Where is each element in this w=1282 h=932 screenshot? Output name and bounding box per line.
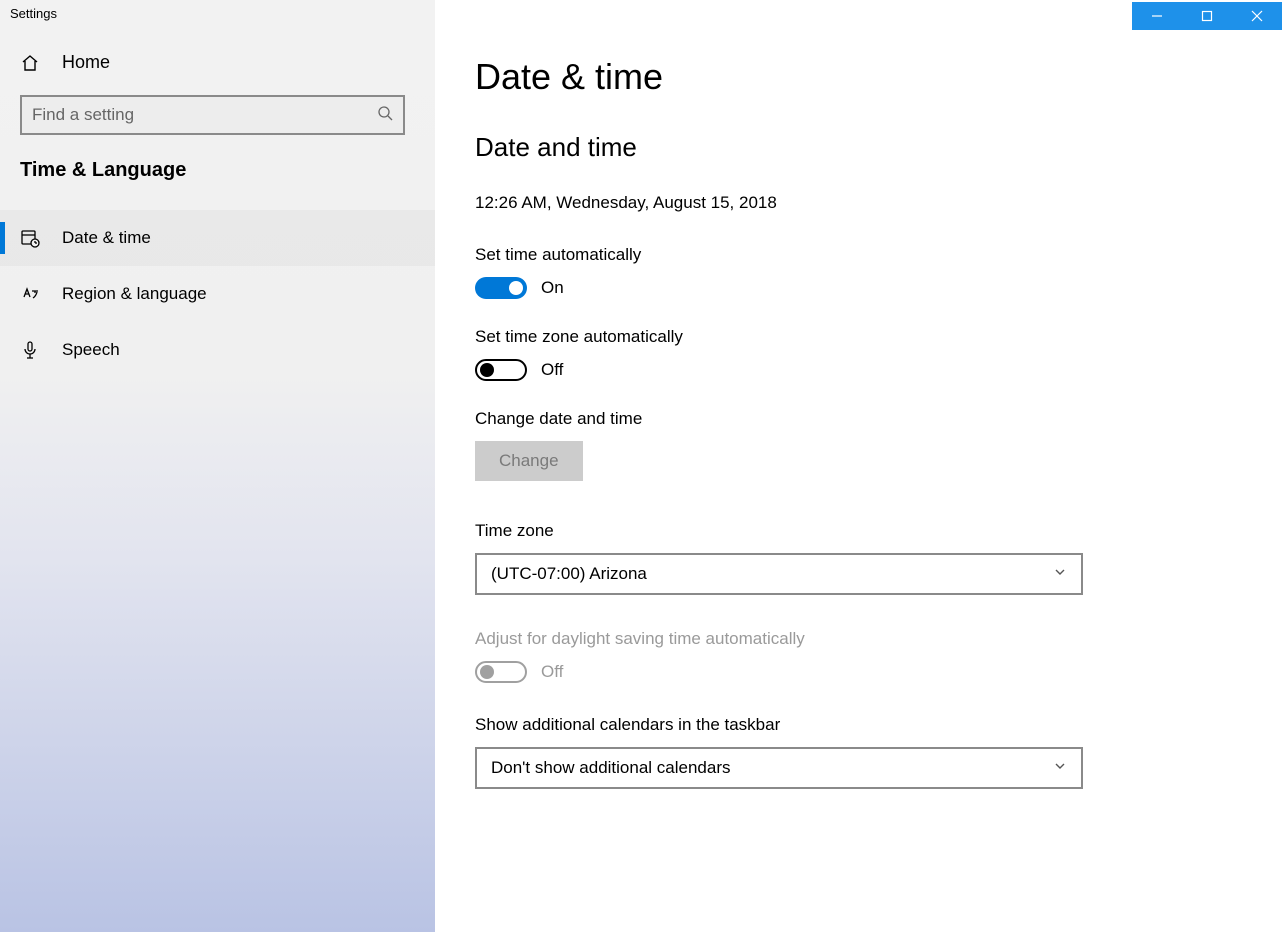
dst-state: Off <box>541 662 563 682</box>
set-time-auto-state: On <box>541 278 564 298</box>
titlebar: Settings <box>0 0 1282 32</box>
maximize-button[interactable] <box>1182 2 1232 30</box>
sidebar-item-date-time[interactable]: Date & time <box>0 210 435 266</box>
additional-cal-value: Don't show additional calendars <box>491 758 731 778</box>
current-datetime: 12:26 AM, Wednesday, August 15, 2018 <box>475 193 1242 213</box>
set-tz-auto-state: Off <box>541 360 563 380</box>
additional-cal-label: Show additional calendars in the taskbar <box>475 715 1242 735</box>
sidebar-item-label: Speech <box>62 340 120 360</box>
dst-label: Adjust for daylight saving time automati… <box>475 629 1242 649</box>
set-tz-auto-label: Set time zone automatically <box>475 327 1242 347</box>
search-input[interactable] <box>32 105 377 125</box>
additional-cal-dropdown[interactable]: Don't show additional calendars <box>475 747 1083 789</box>
dst-toggle <box>475 661 527 683</box>
home-icon <box>20 53 40 73</box>
chevron-down-icon <box>1053 564 1067 584</box>
sidebar-category: Time & Language <box>0 159 435 210</box>
change-dt-label: Change date and time <box>475 409 1242 429</box>
sidebar-item-speech[interactable]: Speech <box>0 322 435 378</box>
section-title: Date and time <box>475 132 1242 163</box>
timezone-label: Time zone <box>475 521 1242 541</box>
microphone-icon <box>20 340 40 360</box>
search-icon <box>377 105 393 125</box>
search-box[interactable] <box>20 95 405 135</box>
main-content: Date & time Date and time 12:26 AM, Wedn… <box>435 0 1282 932</box>
close-button[interactable] <box>1232 2 1282 30</box>
calendar-clock-icon <box>20 228 40 248</box>
sidebar-nav: Date & time Region & language Speech <box>0 210 435 378</box>
set-tz-auto-toggle[interactable] <box>475 359 527 381</box>
set-time-auto-toggle[interactable] <box>475 277 527 299</box>
sidebar: Home Time & Language <box>0 0 435 932</box>
language-icon <box>20 284 40 304</box>
minimize-button[interactable] <box>1132 2 1182 30</box>
sidebar-item-label: Region & language <box>62 284 207 304</box>
window-controls <box>1132 2 1282 30</box>
set-time-auto-label: Set time automatically <box>475 245 1242 265</box>
page-title: Date & time <box>475 56 1242 98</box>
timezone-value: (UTC-07:00) Arizona <box>491 564 647 584</box>
sidebar-item-label: Date & time <box>62 228 151 248</box>
timezone-dropdown[interactable]: (UTC-07:00) Arizona <box>475 553 1083 595</box>
change-button: Change <box>475 441 583 481</box>
window-title: Settings <box>10 6 57 21</box>
chevron-down-icon <box>1053 758 1067 778</box>
home-nav[interactable]: Home <box>0 38 435 95</box>
sidebar-item-region-language[interactable]: Region & language <box>0 266 435 322</box>
home-label: Home <box>62 52 110 73</box>
